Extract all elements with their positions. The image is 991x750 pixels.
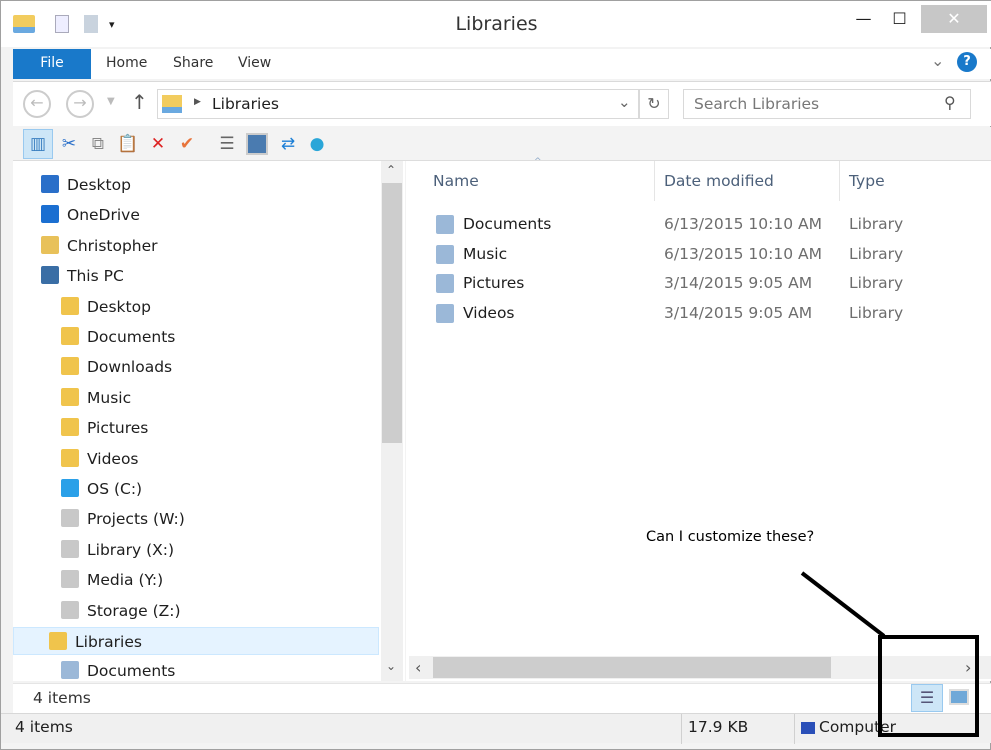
annotation-box [878,635,979,737]
annotation-arrow [800,571,979,737]
annotation-line [800,571,886,638]
